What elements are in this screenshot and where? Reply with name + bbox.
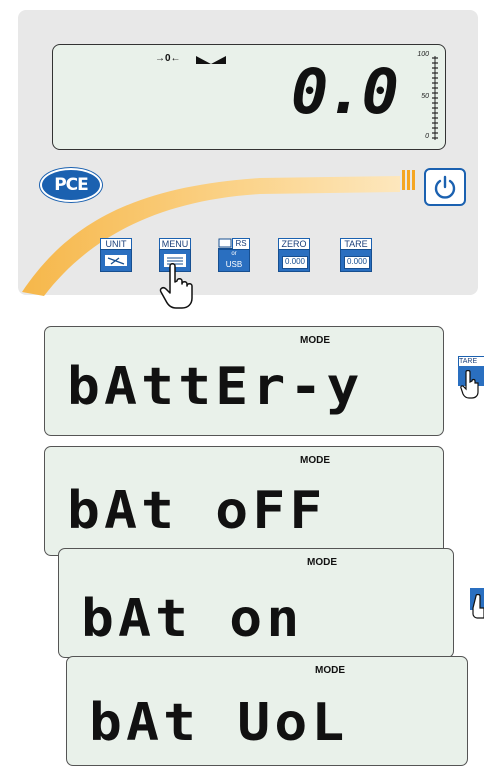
power-button[interactable] [424,168,466,206]
zero-key-body: 0.000 [278,249,310,272]
unit-arrows-icon [105,255,127,266]
pce-logo: PCE [40,168,102,202]
unit-key[interactable]: UNIT [100,238,132,272]
tare-key-value: 0.000 [344,256,370,269]
rs-usb-key[interactable]: RS or USB [218,238,250,272]
bargraph-label-100: 100 [417,51,429,58]
bargraph-label-0: 0 [425,133,429,140]
zero-key[interactable]: ZERO 0.000 [278,238,310,272]
mode-label-2: MODE [300,455,330,466]
side-tare-key[interactable]: TARE [454,356,484,399]
rs-key-body: or USB [218,249,250,272]
power-icon [434,175,456,199]
step-display-2: MODE bAt oFF [44,446,444,556]
segment-text-2: bAt oFF [67,481,327,541]
rs-or-label: or [231,251,237,257]
logo-text: PCE [54,175,89,195]
step-display-1: MODE bAttEr-y [44,326,444,436]
hand-pointer-icon [472,594,484,619]
mode-label-3: MODE [307,557,337,568]
tare-key-body: 0.000 [340,249,372,272]
segment-text-4: bAt UoL [89,693,349,753]
hand-pointer-icon [159,263,193,309]
segment-text-1: bAttEr-y [67,357,364,417]
mode-label-1: MODE [300,335,330,346]
weight-readout: 0.0 [291,59,399,125]
decor-stripes [402,170,415,190]
usb-label: USB [225,260,243,269]
zero-key-value: 0.000 [282,256,308,269]
tare-key[interactable]: TARE 0.000 [340,238,372,272]
step-display-4: MODE bAt UoL [66,656,468,766]
stable-icon [196,56,226,64]
bargraph-label-50: 50 [421,93,429,100]
zero-indicator: →0← [155,53,181,64]
main-lcd-display: →0← 0.0 100 50 0 [52,44,446,150]
hand-pointer-icon [460,370,479,399]
weight-value: 0.0 [291,55,399,128]
unit-key-body [100,249,132,272]
segment-text-3: bAt on [81,589,304,649]
scale-front-panel: →0← 0.0 100 50 0 PCE UNIT MENU RS or USB… [0,0,484,309]
mode-label-4: MODE [315,665,345,676]
step-display-3: MODE bAt on [58,548,454,658]
side-key-partial[interactable] [466,578,484,619]
